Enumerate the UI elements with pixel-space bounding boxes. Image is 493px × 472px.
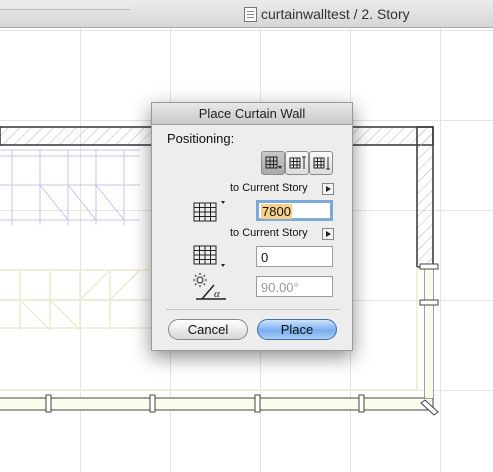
anchor-mode-top-button[interactable]	[261, 151, 285, 175]
ghost-curtain-wall-frames	[0, 149, 140, 225]
cancel-button[interactable]: Cancel	[168, 319, 248, 340]
anchor-mode-bottom-button[interactable]	[309, 151, 333, 175]
dialog-separator	[166, 309, 340, 310]
window-title: curtainwalltest / 2. Story	[261, 6, 410, 22]
document-icon	[244, 7, 257, 22]
dialog-title[interactable]: Place Curtain Wall	[152, 103, 352, 125]
grid-top-anchor-icon	[265, 156, 282, 169]
toolbar-strip	[0, 0, 130, 10]
height-input[interactable]: 7800	[256, 200, 333, 221]
sun-angle-icon: α	[193, 273, 226, 300]
grid-bottom-anchor-icon	[313, 157, 330, 170]
curtain-wall-height-icon	[193, 201, 225, 222]
top-link-label: to Current Story	[230, 182, 308, 194]
window-titlebar[interactable]: curtainwalltest / 2. Story	[0, 0, 493, 28]
curtain-wall-offset-icon	[193, 245, 225, 267]
positioning-label: Positioning:	[167, 131, 235, 146]
anchor-mode-center-button[interactable]	[285, 151, 309, 175]
svg-text:α: α	[214, 288, 220, 300]
offset-input[interactable]: 0	[256, 246, 333, 267]
place-curtain-wall-dialog: Place Curtain Wall Positioning: to Curre…	[151, 102, 353, 351]
grid-center-anchor-icon	[289, 156, 306, 169]
bottom-link-label: to Current Story	[230, 227, 308, 239]
top-link-arrow-button[interactable]	[322, 183, 334, 195]
bottom-link-arrow-button[interactable]	[322, 228, 334, 240]
angle-input[interactable]: 90.00°	[256, 276, 333, 297]
place-button[interactable]: Place	[257, 319, 337, 340]
